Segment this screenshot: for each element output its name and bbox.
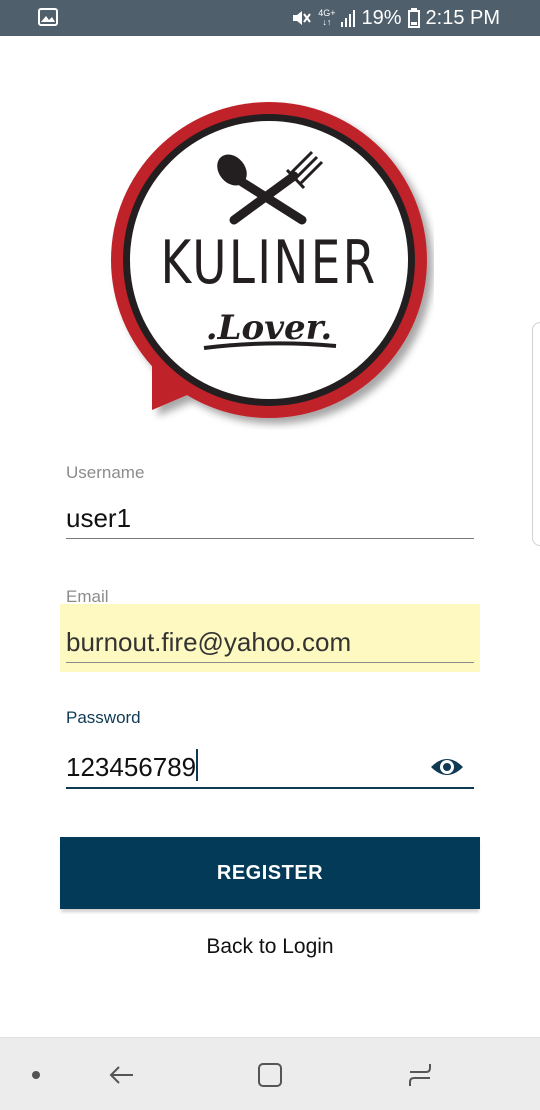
dot-icon[interactable] — [22, 1038, 50, 1110]
email-input[interactable]: burnout.fire@yahoo.com — [66, 622, 474, 663]
edge-panel-handle[interactable] — [532, 322, 540, 546]
status-time: 2:15 PM — [425, 6, 500, 29]
username-field[interactable]: Username user1 — [66, 462, 474, 539]
password-text: 123456789 — [66, 752, 197, 782]
recents-icon[interactable] — [398, 1038, 442, 1110]
password-label: Password — [66, 708, 141, 727]
battery-percent: 19% — [361, 6, 402, 29]
username-input[interactable]: user1 — [66, 498, 474, 539]
register-screen: 4G+ ↓↑ 19% 2:15 PM KULINER .Lover. Usern… — [0, 0, 540, 1110]
password-input[interactable]: 123456789 — [66, 747, 474, 789]
mute-vibrate-icon — [293, 11, 312, 25]
password-field[interactable]: Password 123456789 — [66, 707, 474, 789]
system-nav-bar — [0, 1037, 540, 1110]
eye-icon[interactable] — [430, 755, 464, 779]
status-bar: 4G+ ↓↑ 19% 2:15 PM — [0, 0, 540, 36]
email-label: Email — [66, 587, 109, 606]
username-label: Username — [66, 463, 145, 482]
network-type: 4G+ ↓↑ — [318, 8, 336, 27]
text-caret — [196, 749, 199, 781]
image-notification-icon — [38, 8, 58, 26]
back-to-login-link[interactable]: Back to Login — [0, 935, 540, 959]
register-button[interactable]: REGISTER — [60, 837, 480, 909]
logo-brand-text: KULINER — [160, 228, 378, 298]
battery-icon — [407, 8, 420, 28]
home-square-icon[interactable] — [248, 1038, 292, 1110]
logo-tagline-text: .Lover. — [205, 308, 333, 348]
kuliner-lover-logo: KULINER .Lover. — [104, 100, 434, 430]
signal-icon — [341, 9, 356, 27]
status-right: 4G+ ↓↑ 19% 2:15 PM — [290, 0, 500, 36]
back-arrow-icon[interactable] — [100, 1038, 144, 1110]
email-field[interactable]: Email burnout.fire@yahoo.com — [66, 586, 474, 663]
